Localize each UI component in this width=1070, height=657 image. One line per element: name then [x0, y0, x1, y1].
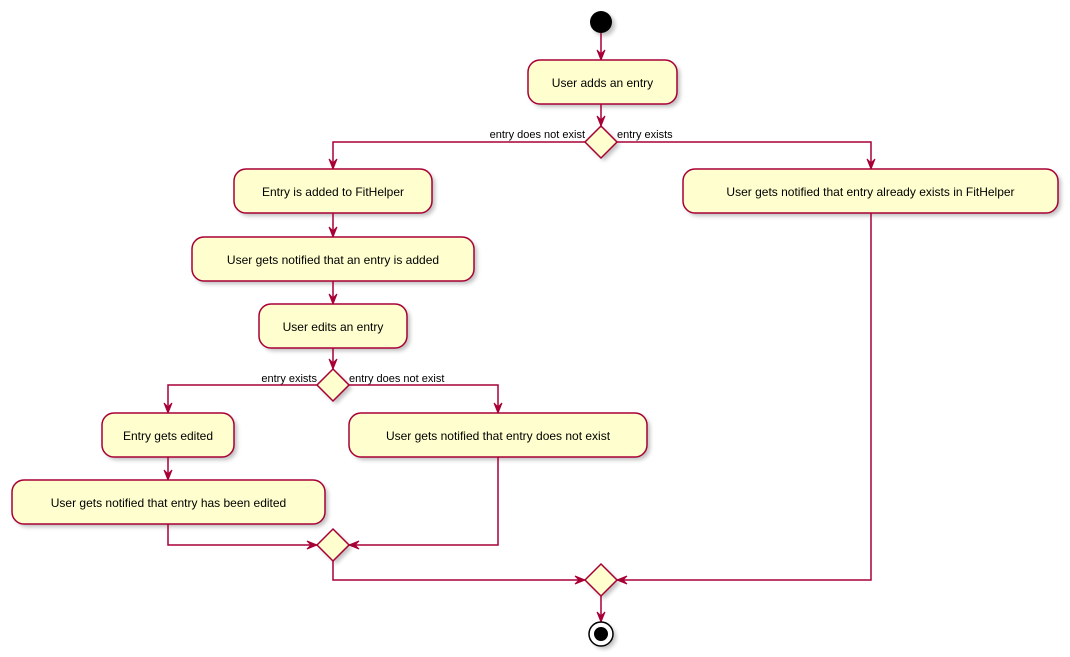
merge-node-edit	[315, 527, 352, 564]
activity-notify-not-exist: User gets notified that entry does not e…	[348, 412, 650, 460]
activity-entry-added: Entry is added to FitHelper	[233, 168, 435, 216]
activity-label: Entry gets edited	[123, 429, 213, 443]
end-node	[588, 621, 616, 649]
activity-notify-added: User gets notified that an entry is adde…	[191, 236, 477, 284]
edge-to-merge2-right	[349, 457, 499, 546]
activity-edit-entry: User edits an entry	[258, 303, 410, 351]
activity-notify-already-exists: User gets notified that entry already ex…	[682, 168, 1061, 216]
activity-diagram: User adds an entry entry does not exist …	[11, 11, 1061, 649]
merge-node-main	[583, 562, 620, 599]
activity-notify-edited: User gets notified that entry has been e…	[11, 479, 328, 527]
guard-label: entry does not exist	[349, 373, 444, 385]
activity-label: User edits an entry	[283, 320, 384, 334]
activity-label: User adds an entry	[552, 76, 653, 90]
activity-label: User gets notified that entry already ex…	[726, 185, 1014, 199]
start-node	[590, 11, 612, 33]
activity-label: User gets notified that an entry is adde…	[227, 253, 439, 267]
edge-to-merge1-left	[332, 561, 585, 581]
guard-label: entry does not exist	[490, 129, 585, 141]
decision-entry-exists	[583, 124, 620, 161]
activity-label: User gets notified that entry has been e…	[51, 496, 286, 510]
activity-label: User gets notified that entry does not e…	[386, 429, 611, 443]
decision-entry-exists-edit	[315, 367, 352, 404]
edge-d1-left	[332, 141, 585, 169]
activity-label: Entry is added to FitHelper	[262, 185, 404, 199]
guard-label: entry exists	[261, 373, 317, 385]
edge-to-merge2-left	[167, 524, 317, 546]
guard-label: entry exists	[617, 129, 673, 141]
edge-d1-right	[617, 141, 872, 169]
activity-entry-edited: Entry gets edited	[101, 412, 237, 460]
edge-to-merge1-right	[617, 213, 872, 581]
edge-d2-left	[167, 384, 317, 413]
activity-add-entry: User adds an entry	[527, 59, 680, 107]
edge-d2-right	[349, 384, 499, 413]
